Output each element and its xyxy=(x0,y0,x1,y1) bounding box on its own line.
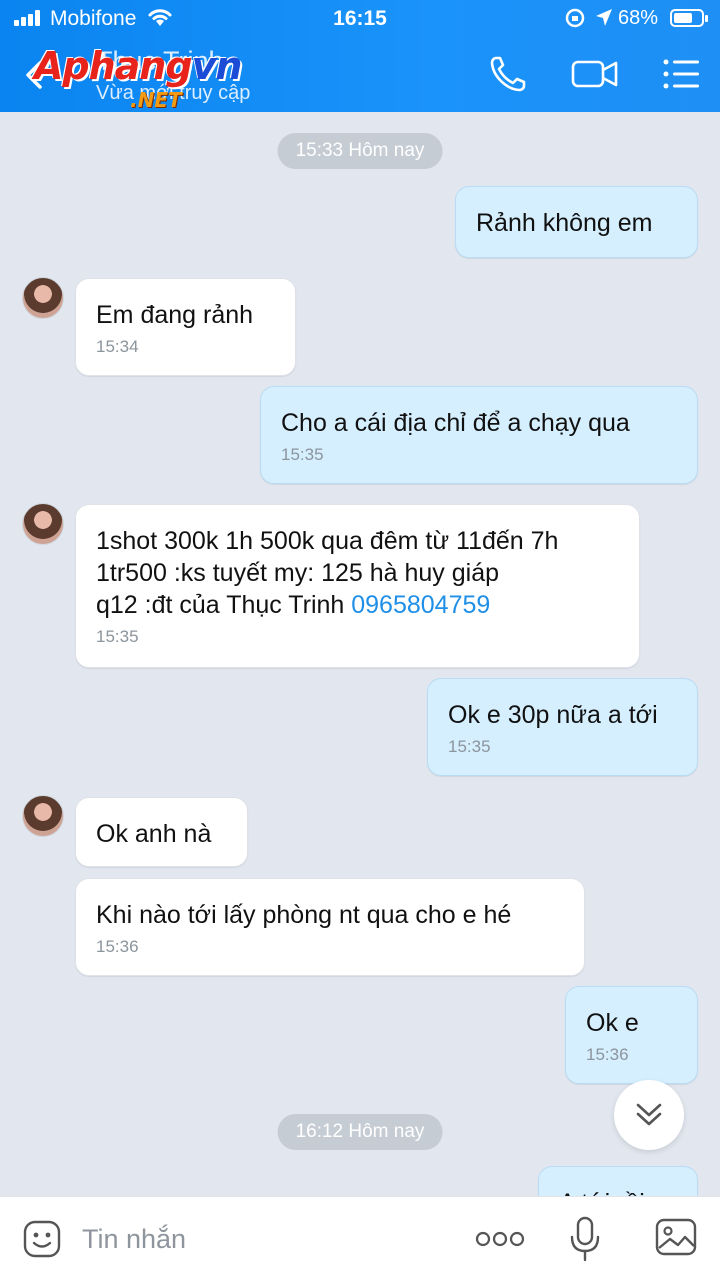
message-time: 15:35 xyxy=(281,445,324,464)
message-bubble-incoming[interactable]: Em đang rảnh 15:34 xyxy=(75,278,296,376)
message-text: Ok anh nà xyxy=(96,820,212,848)
chat-header: Mobifone 16:15 68% Thục Trinh Vừa mới tr… xyxy=(0,0,720,112)
message-text: Em đang rảnh xyxy=(96,301,254,329)
message-bubble-incoming[interactable]: Khi nào tới lấy phòng nt qua cho e hé 15… xyxy=(75,878,585,976)
message-time: 15:36 xyxy=(96,937,139,956)
message-bubble-incoming[interactable]: 1shot 300k 1h 500k qua đêm từ 11đến 7h 1… xyxy=(75,504,640,668)
message-text: Khi nào tới lấy phòng nt qua cho e hé xyxy=(96,901,512,929)
status-bar: Mobifone 16:15 68% xyxy=(0,0,720,38)
rotation-lock-icon xyxy=(565,8,585,28)
double-chevron-down-icon xyxy=(636,1103,662,1126)
scroll-to-bottom-button[interactable] xyxy=(614,1080,684,1150)
message-text: Ok e xyxy=(586,1009,639,1037)
date-separator: 15:33 Hôm nay xyxy=(277,133,443,169)
message-text: Rảnh không em xyxy=(476,209,653,237)
location-icon xyxy=(596,9,612,26)
message-text-line: 1tr500 :ks tuyết my: 125 hà huy giáp xyxy=(96,559,500,587)
message-bubble-incoming[interactable]: Ok anh nà xyxy=(75,797,248,867)
message-text: Cho a cái địa chỉ để a chạy qua xyxy=(281,409,630,437)
message-time: 15:35 xyxy=(96,627,139,646)
message-bubble-outgoing[interactable]: Cho a cái địa chỉ để a chạy qua 15:35 xyxy=(260,386,698,484)
avatar[interactable] xyxy=(22,503,64,545)
message-time: 15:35 xyxy=(448,737,491,756)
message-time: 15:34 xyxy=(96,337,139,356)
menu-icon[interactable] xyxy=(660,52,704,96)
avatar[interactable] xyxy=(22,795,64,837)
watermark-logo-sub: .NET xyxy=(130,88,182,112)
message-input-bar xyxy=(0,1196,720,1280)
message-text-line: q12 :đt của Thục Trinh xyxy=(96,591,352,619)
message-text: Ok e 30p nữa a tới xyxy=(448,701,658,729)
battery-percent: 68% xyxy=(618,7,659,29)
message-text-line: 1shot 300k 1h 500k qua đêm từ 11đến 7h xyxy=(96,527,559,555)
message-input[interactable] xyxy=(82,1219,452,1259)
message-time: 15:36 xyxy=(586,1045,629,1064)
battery-fill xyxy=(674,13,692,23)
message-bubble-outgoing[interactable]: Rảnh không em xyxy=(455,186,698,258)
more-icon[interactable] xyxy=(474,1227,526,1251)
phone-icon[interactable] xyxy=(486,52,530,96)
date-separator: 16:12 Hôm nay xyxy=(277,1114,443,1150)
image-icon[interactable] xyxy=(654,1215,698,1259)
message-bubble-outgoing[interactable]: Ok e 15:36 xyxy=(565,986,698,1084)
video-camera-icon[interactable] xyxy=(570,52,620,96)
watermark-logo: Aphangvn xyxy=(34,44,242,88)
battery-icon xyxy=(670,9,708,27)
phone-number-link[interactable]: 0965804759 xyxy=(351,591,490,619)
avatar[interactable] xyxy=(22,277,64,319)
message-bubble-outgoing[interactable]: Ok e 30p nữa a tới 15:35 xyxy=(427,678,698,776)
emoji-icon[interactable] xyxy=(22,1219,62,1259)
microphone-icon[interactable] xyxy=(568,1215,602,1263)
